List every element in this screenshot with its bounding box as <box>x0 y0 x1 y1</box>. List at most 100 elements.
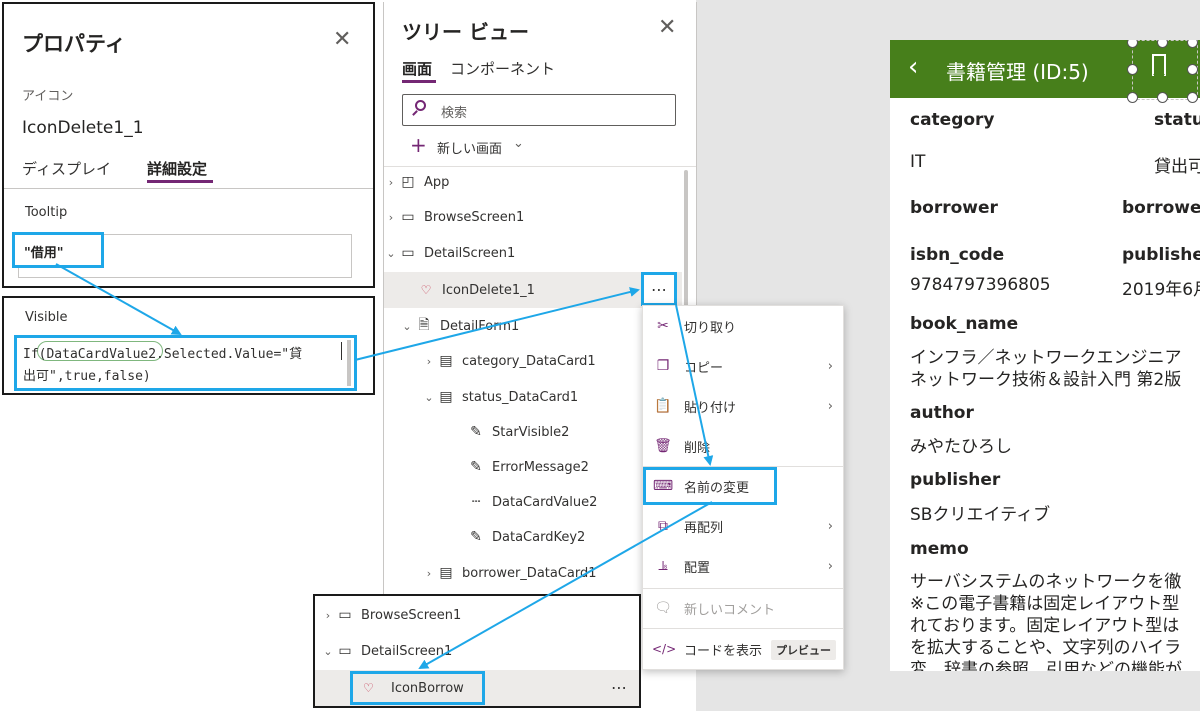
plus-icon: + <box>410 133 427 157</box>
menu-item-paste[interactable]: 📋 貼り付け › <box>643 386 843 426</box>
visible-formula-box[interactable]: If(DataCardValue2.Selected.Value="貸 出可",… <box>14 335 357 391</box>
resize-handle[interactable] <box>1127 92 1138 103</box>
chevron-right-icon[interactable]: › <box>422 355 436 368</box>
copy-icon: ❐ <box>656 358 670 374</box>
properties-panel: プロパティ ✕ アイコン IconDelete1_1 ディスプレイ 詳細設定 T… <box>2 2 375 288</box>
icon-control-icon: ♡ <box>420 283 432 297</box>
chevron-down-icon[interactable]: ⌄ <box>422 391 436 404</box>
menu-item-reorder[interactable]: ⧉ 再配列 › <box>643 506 843 546</box>
control-name: IconDelete1_1 <box>22 118 144 138</box>
tree-item-detailscreen[interactable]: ⌄ ▭ DetailScreen1 <box>384 238 515 268</box>
tree-item-app[interactable]: › ◰ App <box>384 167 450 197</box>
tree-item-datacardvalue[interactable]: ┄ DataCardValue2 <box>466 487 598 517</box>
tree-item-category-card[interactable]: › ▤ category_DataCard1 <box>422 346 596 376</box>
tab-display[interactable]: ディスプレイ <box>22 158 111 179</box>
tab-components[interactable]: コンポーネント <box>450 58 555 79</box>
menu-item-copy[interactable]: ❐ コピー › <box>643 346 843 386</box>
tab-screens[interactable]: 画面 <box>402 58 432 79</box>
field-label-author: author <box>910 403 974 423</box>
chevron-down-icon[interactable]: ⌄ <box>321 645 335 658</box>
control-type-label: アイコン <box>22 89 74 104</box>
field-value-publisher: SBクリエイティブ <box>910 505 1051 525</box>
resize-handle[interactable] <box>1127 64 1138 75</box>
tree-item-status-card[interactable]: ⌄ ▤ status_DataCard1 <box>422 382 578 412</box>
app-header: ‹ 書籍管理 (ID:5) <box>890 40 1200 103</box>
field-label-status: status <box>1154 110 1200 130</box>
menu-item-cut[interactable]: ✂ 切り取り <box>643 306 843 346</box>
card-icon: ▤ <box>439 353 453 369</box>
new-screen-button[interactable]: 新しい画面 <box>437 138 502 157</box>
tree-item-detailscreen[interactable]: ⌄ ▭ DetailScreen1 <box>321 636 452 666</box>
more-options-button[interactable]: ⋯ <box>611 678 627 697</box>
more-options-button[interactable]: ⋯ <box>641 272 677 306</box>
field-value-status: 貸出可 <box>1154 157 1200 177</box>
chevron-down-icon[interactable]: ⌄ <box>513 136 524 151</box>
resize-handle[interactable] <box>1187 64 1198 75</box>
visible-formula-line2: 出可",true,false) <box>23 369 151 384</box>
menu-item-align[interactable]: ⫡ 配置 › <box>643 546 843 586</box>
tree-item-borrower-card[interactable]: › ▤ borrower_DataCard1 <box>422 558 597 588</box>
card-icon: ▤ <box>439 565 453 581</box>
menu-item-delete[interactable]: 🗑 削除 <box>643 426 843 466</box>
field-value-author: みやたひろし <box>910 437 1012 457</box>
tree-item-label: BrowseScreen1 <box>361 607 462 623</box>
field-value-category: IT <box>910 152 926 172</box>
chevron-right-icon[interactable]: › <box>321 609 335 622</box>
resize-handle[interactable] <box>1187 92 1198 103</box>
menu-item-label: コピー <box>684 360 724 376</box>
field-value-published: 2019年6月 <box>1122 280 1200 300</box>
close-icon[interactable]: ✕ <box>333 28 351 52</box>
tree-item-label: StarVisible2 <box>492 424 570 440</box>
search-icon-handle <box>412 110 418 116</box>
field-label-isbn: isbn_code <box>910 245 1005 265</box>
menu-item-view-code[interactable]: </> コードを表示 プレビュー <box>643 629 843 669</box>
tree-title: ツリー ビュー <box>402 20 529 44</box>
menu-item-label: 再配列 <box>684 520 724 536</box>
card-icon: ▤ <box>439 389 453 405</box>
tree-item-label: App <box>424 174 450 190</box>
field-label-book-name: book_name <box>910 314 1019 334</box>
tree-item-datacardkey[interactable]: ✎ DataCardKey2 <box>466 522 585 552</box>
tree-item-detailform[interactable]: ⌄ 🗎 DetailForm1 <box>400 311 519 341</box>
field-value-isbn: 9784797396805 <box>910 275 1051 295</box>
field-label-borrower: borrower <box>910 198 998 218</box>
screen-icon: ▭ <box>401 245 415 261</box>
menu-item-new-comment: 🗨 新しいコメント <box>643 588 843 628</box>
bookmark-notch <box>1153 68 1165 75</box>
chevron-down-icon[interactable]: ⌄ <box>384 247 398 260</box>
edit-icon: ✎ <box>470 424 482 440</box>
tooltip-value-box[interactable]: "借用" <box>12 232 104 268</box>
tree-item-starvisible[interactable]: ✎ StarVisible2 <box>466 417 569 447</box>
tree-item-label: DetailScreen1 <box>424 245 516 261</box>
field-value-memo-5: 変、辞書の参照、引用などの機能が <box>910 660 1182 671</box>
field-label-publisher: publisher <box>910 470 1001 490</box>
align-icon: ⫡ <box>658 558 668 574</box>
chevron-down-icon[interactable]: ⌄ <box>400 320 414 333</box>
menu-item-label: コードを表示 <box>684 643 763 659</box>
tree-item-label: DetailScreen1 <box>361 643 453 659</box>
back-icon[interactable]: ‹ <box>908 52 918 82</box>
edit-icon: ✎ <box>470 459 482 475</box>
screen-icon: ▭ <box>338 607 352 623</box>
tree-item-errormessage[interactable]: ✎ ErrorMessage2 <box>466 452 589 482</box>
chevron-right-icon[interactable]: › <box>422 567 436 580</box>
close-icon[interactable]: ✕ <box>658 16 676 40</box>
menu-item-rename[interactable]: ⌨ 名前の変更 <box>643 467 777 505</box>
tree-item-icondelete[interactable]: ♡ IconDelete1_1 <box>416 275 535 305</box>
tab-advanced[interactable]: 詳細設定 <box>147 158 207 179</box>
app-preview: ‹ 書籍管理 (ID:5) category status IT 貸出可 bor… <box>890 40 1200 671</box>
chevron-right-icon[interactable]: › <box>384 176 398 189</box>
chevron-right-icon[interactable]: › <box>384 211 398 224</box>
visible-formula-line1: If(DataCardValue2.Selected.Value="貸 <box>23 347 303 362</box>
tree-item-browsescreen[interactable]: › ▭ BrowseScreen1 <box>384 202 525 232</box>
search-box[interactable]: 検索 <box>402 94 676 126</box>
tree-item-browsescreen[interactable]: › ▭ BrowseScreen1 <box>321 600 462 630</box>
renamed-tree-inset: › ▭ BrowseScreen1 ⌄ ▭ DetailScreen1 ♡ Ic… <box>313 594 641 708</box>
tree-item-iconborrow[interactable]: ♡ IconBorrow <box>350 671 485 705</box>
context-menu: ✂ 切り取り ❐ コピー › 📋 貼り付け › 🗑 削除 ⌨ 名前の変更 ⧉ 再… <box>642 305 844 670</box>
tooltip-value: "借用" <box>24 246 64 261</box>
formula-scrollbar[interactable] <box>347 340 351 386</box>
resize-handle[interactable] <box>1157 92 1168 103</box>
menu-item-label: 切り取り <box>684 320 737 336</box>
text-cursor <box>341 342 342 360</box>
